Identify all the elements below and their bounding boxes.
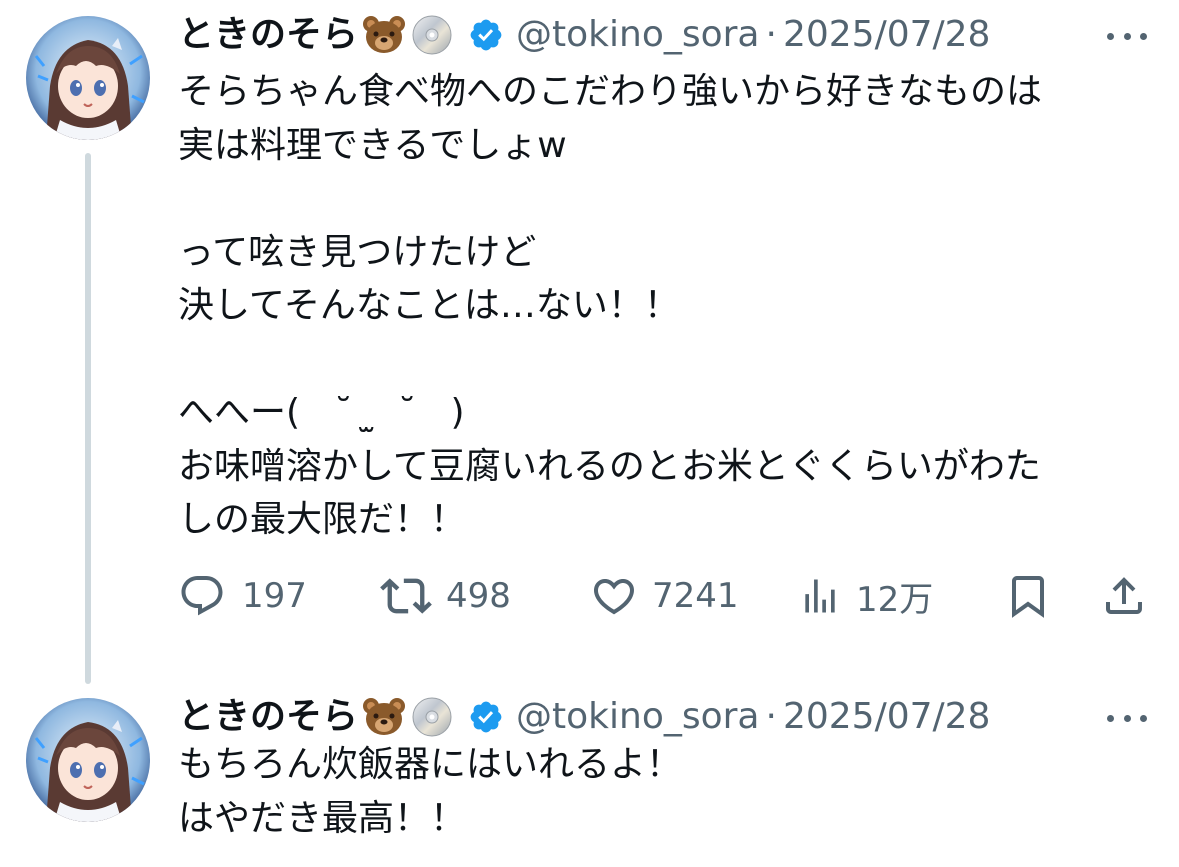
bear-face-emoji-icon bbox=[362, 697, 406, 737]
more-options-icon[interactable] bbox=[1107, 26, 1147, 46]
avatar[interactable] bbox=[26, 698, 150, 822]
view-count: 12万 bbox=[856, 579, 934, 620]
display-name[interactable]: ときのそら bbox=[178, 12, 358, 58]
reply-icon bbox=[178, 572, 226, 620]
optical-disc-emoji-icon bbox=[410, 13, 454, 57]
username-handle[interactable]: @tokino_sora bbox=[516, 694, 759, 740]
username-handle[interactable]: @tokino_sora bbox=[516, 12, 759, 58]
tweet-actions: 197 498 7241 12万 bbox=[178, 570, 1148, 622]
heart-icon bbox=[590, 572, 638, 620]
bear-face-emoji-icon bbox=[362, 15, 406, 55]
verified-badge-icon[interactable] bbox=[468, 17, 504, 53]
separator-dot: · bbox=[765, 14, 777, 55]
tweet[interactable]: ときのそら bbox=[0, 690, 1179, 867]
tweet-date[interactable]: 2025/07/28 bbox=[783, 12, 991, 58]
optical-disc-emoji-icon bbox=[410, 695, 454, 739]
views-button[interactable]: 12万 bbox=[798, 570, 933, 622]
more-options-icon[interactable] bbox=[1107, 708, 1147, 728]
reply-count: 197 bbox=[242, 576, 307, 616]
tweet-date[interactable]: 2025/07/28 bbox=[783, 694, 991, 740]
like-button[interactable]: 7241 bbox=[590, 570, 739, 622]
bookmark-icon bbox=[1004, 572, 1052, 620]
tweet-header: ときのそら @tokino_sora · 2025/07/28 bbox=[178, 12, 990, 58]
bookmark-button[interactable] bbox=[1004, 570, 1052, 622]
share-button[interactable] bbox=[1100, 570, 1148, 622]
verified-badge-icon[interactable] bbox=[468, 699, 504, 735]
analytics-icon bbox=[798, 574, 842, 618]
reply-button[interactable]: 197 bbox=[178, 570, 307, 622]
separator-dot: · bbox=[765, 696, 777, 737]
like-count: 7241 bbox=[652, 576, 739, 616]
tweet-header: ときのそら @tokino_sora · 2025/07/28 bbox=[178, 694, 990, 740]
tweet-text: そらちゃん食べ物へのこだわり強いから好きなものは 実は料理できるでしょw って呟… bbox=[178, 71, 1043, 540]
repost-button[interactable]: 498 bbox=[380, 570, 511, 622]
tweet-text: もちろん炊飯器にはいれるよ！ はやだき最高！！ bbox=[178, 744, 683, 839]
share-icon bbox=[1100, 572, 1148, 620]
repost-count: 498 bbox=[446, 576, 511, 616]
display-name[interactable]: ときのそら bbox=[178, 694, 358, 740]
repost-icon bbox=[380, 570, 432, 622]
avatar[interactable] bbox=[26, 16, 150, 140]
tweet[interactable]: ときのそら bbox=[0, 0, 1179, 690]
